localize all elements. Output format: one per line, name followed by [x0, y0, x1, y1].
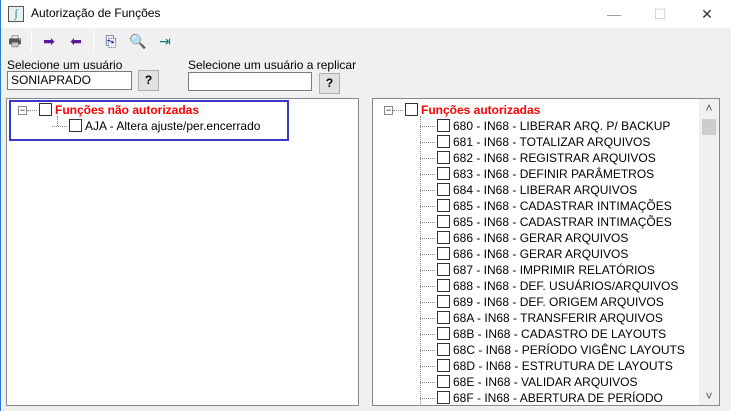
tree-item-label: 686 - IN68 - GERAR ARQUIVOS — [453, 231, 629, 245]
tree-item[interactable]: 686 - IN68 - GERAR ARQUIVOS — [420, 246, 628, 262]
tree-item[interactable]: 688 - IN68 - DEF. USUÁRIOS/ARQUIVOS — [420, 278, 678, 294]
checkbox[interactable] — [437, 183, 450, 197]
move-left-icon[interactable]: ⬅ — [65, 30, 87, 52]
checkbox[interactable] — [437, 359, 450, 373]
collapse-icon[interactable]: − — [384, 106, 393, 116]
tree-item[interactable]: 687 - IN68 - IMPRIMIR RELATÓRIOS — [420, 262, 655, 278]
checkbox[interactable] — [437, 327, 450, 341]
tree-item-label: 686 - IN68 - GERAR ARQUIVOS — [453, 247, 629, 261]
tree-item-label: 684 - IN68 - LIBERAR ARQUIVOS — [453, 183, 638, 197]
tree-item[interactable]: 683 - IN68 - DEFINIR PARÂMETROS — [420, 166, 654, 182]
toolbar-separator — [93, 30, 94, 52]
scroll-thumb[interactable] — [702, 119, 716, 135]
tree-item[interactable]: 68A - IN68 - TRANSFERIR ARQUIVOS — [420, 310, 663, 326]
checkbox[interactable] — [437, 151, 450, 165]
checkbox[interactable] — [437, 279, 450, 293]
tree-item[interactable]: 68C - IN68 - PERÍODO VIGÊNC LAYOUTS — [420, 342, 685, 358]
replicate-user-input[interactable] — [188, 72, 312, 91]
tree-item-label: 680 - IN68 - LIBERAR ARQ. P/ BACKUP — [453, 119, 671, 133]
binoculars-icon[interactable]: 🔍 — [127, 30, 149, 52]
tree-item[interactable]: 684 - IN68 - LIBERAR ARQUIVOS — [420, 182, 637, 198]
tree-item-label: 68D - IN68 - ESTRUTURA DE LAYOUTS — [453, 359, 673, 373]
checkbox[interactable] — [437, 295, 450, 309]
tree-item-label: 685 - IN68 - CADASTRAR INTIMAÇÕES — [453, 215, 672, 229]
checkbox[interactable] — [437, 247, 450, 261]
checkbox[interactable] — [39, 103, 52, 117]
tree-item[interactable]: 680 - IN68 - LIBERAR ARQ. P/ BACKUP — [420, 118, 670, 134]
checkbox[interactable] — [437, 135, 450, 149]
tree-item[interactable]: 68E - IN68 - VALIDAR ARQUIVOS — [420, 374, 638, 390]
user-input[interactable]: SONIAPRADO — [7, 71, 132, 90]
user-help-button[interactable]: ? — [138, 70, 159, 91]
tree-item[interactable]: AJA - Altera ajuste/per.encerrado — [52, 118, 260, 134]
tree-item[interactable]: 682 - IN68 - REGISTRAR ARQUIVOS — [420, 150, 656, 166]
authorized-functions-tree[interactable]: − Funções autorizadas 680 - IN68 - LIBERA… — [372, 98, 720, 406]
tree-root-label: Funções autorizadas — [421, 103, 541, 117]
tree-item-label: 68B - IN68 - CADASTRO DE LAYOUTS — [453, 327, 667, 341]
tree-item[interactable]: 68B - IN68 - CADASTRO DE LAYOUTS — [420, 326, 666, 342]
checkbox[interactable] — [69, 119, 82, 133]
print-icon[interactable]: 🖶 — [4, 30, 26, 52]
tree-item-label: 682 - IN68 - REGISTRAR ARQUIVOS — [453, 151, 656, 165]
tree-item[interactable]: 686 - IN68 - GERAR ARQUIVOS — [420, 230, 628, 246]
tree-item-label: 687 - IN68 - IMPRIMIR RELATÓRIOS — [453, 263, 655, 277]
tree-item[interactable]: 68F - IN68 - ABERTURA DE PERÍODO — [420, 390, 663, 406]
scroll-up-icon[interactable]: ˄ — [699, 101, 719, 115]
tree-item-label: 68F - IN68 - ABERTURA DE PERÍODO — [453, 391, 663, 405]
unauthorized-functions-tree[interactable]: − Funções não autorizadas AJA - Altera aj… — [6, 98, 359, 406]
tree-root[interactable]: − Funções não autorizadas — [18, 102, 199, 118]
toolbar-separator — [31, 30, 32, 52]
scroll-down-icon[interactable]: ˅ — [699, 389, 719, 403]
checkbox[interactable] — [437, 391, 450, 405]
tree-item[interactable]: 689 - IN68 - DEF. ORIGEM ARQUIVOS — [420, 294, 664, 310]
tree-item[interactable]: 685 - IN68 - CADASTRAR INTIMAÇÕES — [420, 198, 672, 214]
tree-root-label: Funções não autorizadas — [55, 103, 200, 117]
checkbox[interactable] — [437, 311, 450, 325]
checkbox[interactable] — [437, 375, 450, 389]
tree-root[interactable]: − Funções autorizadas — [384, 102, 540, 118]
tree-item[interactable]: 681 - IN68 - TOTALIZAR ARQUIVOS — [420, 134, 650, 150]
move-right-icon[interactable]: ➡ — [38, 30, 60, 52]
tree-item[interactable]: 68D - IN68 - ESTRUTURA DE LAYOUTS — [420, 358, 673, 374]
tree-item-label: 688 - IN68 - DEF. USUÁRIOS/ARQUIVOS — [453, 279, 679, 293]
tree-item-label: 685 - IN68 - CADASTRAR INTIMAÇÕES — [453, 199, 672, 213]
replicate-user-label: Selecione um usuário a replicar — [188, 58, 357, 72]
checkbox[interactable] — [437, 167, 450, 181]
collapse-icon[interactable]: − — [18, 106, 27, 116]
checkbox[interactable] — [405, 103, 418, 117]
tree-item[interactable]: 685 - IN68 - CADASTRAR INTIMAÇÕES — [420, 214, 672, 230]
tree-item-label: 68E - IN68 - VALIDAR ARQUIVOS — [453, 375, 638, 389]
checkbox[interactable] — [437, 119, 450, 133]
checkbox[interactable] — [437, 263, 450, 277]
vertical-scrollbar[interactable]: ˄ ˅ — [699, 99, 719, 405]
checkbox[interactable] — [437, 231, 450, 245]
checkbox[interactable] — [437, 199, 450, 213]
minimize-button[interactable]: — — [591, 0, 637, 28]
exit-door-icon[interactable]: ⇥ — [154, 30, 176, 52]
tree-item-label: 68A - IN68 - TRANSFERIR ARQUIVOS — [453, 311, 663, 325]
checkbox[interactable] — [437, 215, 450, 229]
copy-icon[interactable]: ⎘ — [100, 30, 122, 52]
tree-item-label: 689 - IN68 - DEF. ORIGEM ARQUIVOS — [453, 295, 664, 309]
window-title: Autorização de Funções — [31, 6, 161, 20]
close-button[interactable]: ✕ — [684, 0, 730, 28]
user-label: Selecione um usuário — [7, 58, 123, 72]
tree-item-label: 681 - IN68 - TOTALIZAR ARQUIVOS — [453, 135, 651, 149]
tree-item-label: 68C - IN68 - PERÍODO VIGÊNC LAYOUTS — [453, 343, 685, 357]
maximize-button[interactable]: ☐ — [637, 0, 683, 28]
tree-item-label: 683 - IN68 - DEFINIR PARÂMETROS — [453, 167, 655, 181]
checkbox[interactable] — [437, 343, 450, 357]
app-icon: ∫ — [8, 6, 24, 22]
tree-item-label: AJA - Altera ajuste/per.encerrado — [85, 119, 261, 133]
replicate-help-button[interactable]: ? — [319, 73, 340, 94]
